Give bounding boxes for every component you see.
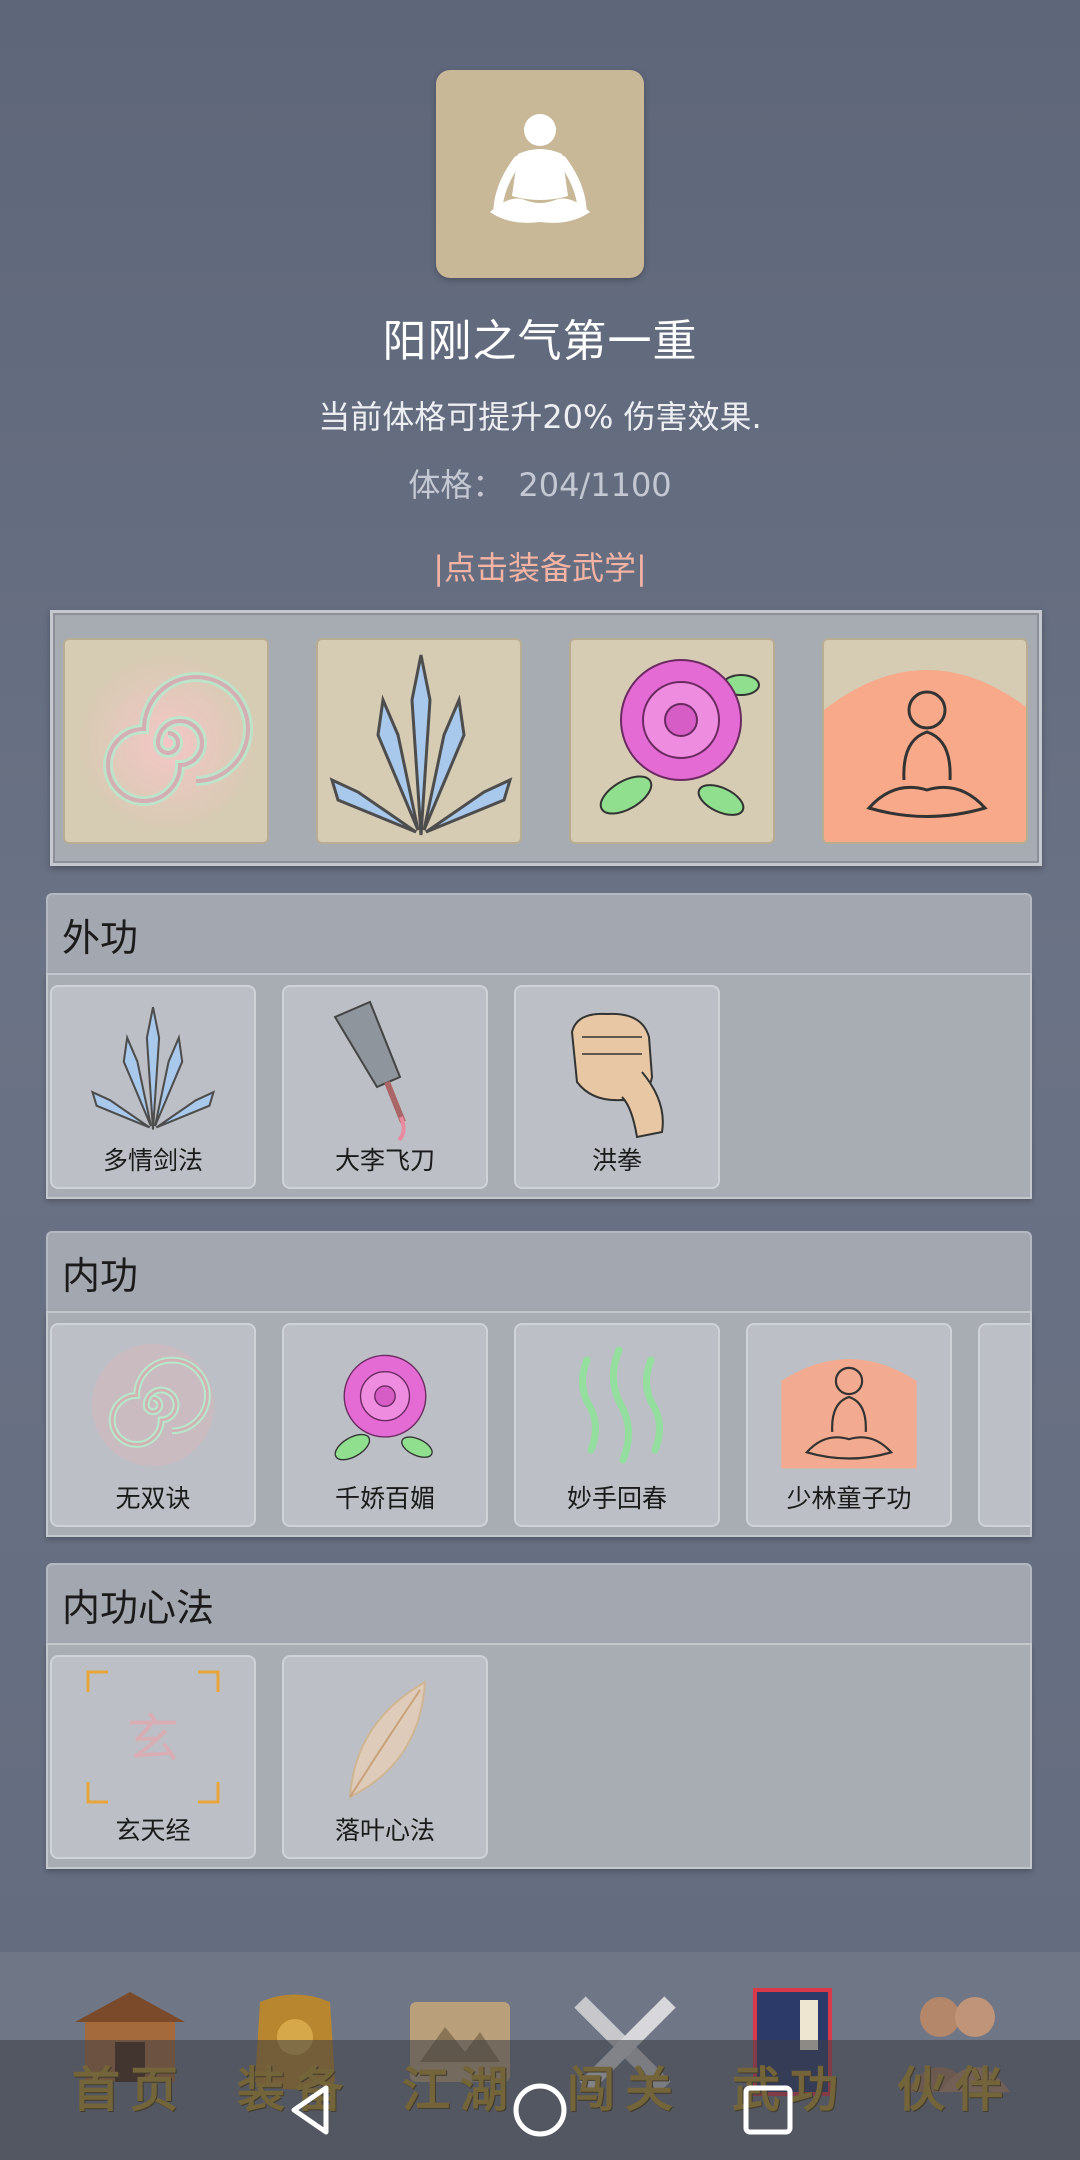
skill-label: 少林童子功: [786, 1484, 912, 1513]
skill-card-miaoshou[interactable]: 妙手回春: [514, 1323, 720, 1527]
stat-line: 体格： 204/1100: [0, 460, 1080, 506]
equip-skill-link[interactable]: |点击装备武学|: [0, 543, 1080, 589]
skill-label: 多情剑法: [102, 1146, 203, 1175]
technique-title: 阳刚之气第一重: [382, 316, 698, 367]
skill-label: 千娇百媚: [334, 1484, 435, 1513]
section-title-outer: 外功: [46, 893, 1032, 973]
skill-card-shaolin[interactable]: 少林童子功: [746, 1323, 952, 1527]
skill-label: 玄天经: [115, 1816, 191, 1845]
skill-card-overflow[interactable]: [978, 1323, 1030, 1527]
rose-icon: [334, 1354, 433, 1461]
skill-label: 妙手回春: [566, 1484, 667, 1513]
cleaver-icon: [333, 1000, 406, 1142]
inner-skills-section: 内功 无双诀 千娇百媚 妙手回春 少林童子功: [46, 1231, 1032, 1537]
section-title-inner: 内功: [46, 1231, 1032, 1311]
skill-card-duoqing[interactable]: 多情剑法: [50, 985, 256, 1189]
equipped-slot-2[interactable]: [316, 638, 522, 844]
equipped-slot-1[interactable]: [63, 638, 269, 844]
leaf-icon: [348, 1680, 427, 1799]
swirl-icon: [78, 653, 258, 833]
skill-label: 无双诀: [115, 1484, 191, 1513]
mind-method-list: 玄 玄天经 落叶心法: [46, 1643, 1032, 1869]
blade-fan-icon: [90, 1006, 216, 1130]
home-icon[interactable]: [510, 2080, 570, 2140]
rose-icon: [599, 659, 760, 816]
skill-card-hongquan[interactable]: 洪拳: [514, 985, 720, 1189]
technique-portrait: [436, 70, 644, 278]
outer-skills-list: 多情剑法 大李飞刀 洪拳: [46, 973, 1032, 1199]
meditating-monk-icon: [781, 1359, 917, 1469]
fist-icon: [570, 1012, 664, 1139]
back-icon[interactable]: [282, 2080, 342, 2140]
meditating-monk-icon: [824, 670, 1026, 842]
skill-card-xuantian[interactable]: 玄 玄天经: [50, 1655, 256, 1859]
technique-description: 当前体格可提升20% 伤害效果.: [318, 398, 762, 436]
equipped-slot-4[interactable]: [822, 638, 1028, 844]
stat-value: 204/1100: [518, 466, 672, 504]
skill-label: 落叶心法: [334, 1816, 435, 1845]
skill-card-luoye[interactable]: 落叶心法: [282, 1655, 488, 1859]
svg-text:玄: 玄: [127, 1710, 179, 1770]
outer-skills-section: 外功 多情剑法 大李飞刀 洪拳: [46, 893, 1032, 1199]
xuan-seal-icon: 玄: [86, 1670, 220, 1804]
mind-method-section: 内功心法 玄 玄天经 落叶心法: [46, 1563, 1032, 1869]
inner-skills-list: 无双诀 千娇百媚 妙手回春 少林童子功: [46, 1311, 1032, 1537]
skill-card-wushuang[interactable]: 无双诀: [50, 1323, 256, 1527]
skill-card-qianjiao[interactable]: 千娇百媚: [282, 1323, 488, 1527]
section-title-mind: 内功心法: [46, 1563, 1032, 1643]
meditation-silhouette-icon: [490, 114, 590, 223]
blade-fan-icon: [329, 654, 513, 836]
swirl-icon: [91, 1343, 215, 1467]
skill-label: 洪拳: [591, 1146, 642, 1175]
recents-icon[interactable]: [738, 2080, 798, 2140]
green-waves-icon: [579, 1346, 663, 1464]
equipped-slot-3[interactable]: [569, 638, 775, 844]
equipped-skills-bar: [50, 610, 1042, 866]
skill-label: 大李飞刀: [334, 1146, 435, 1175]
stat-label: 体格：: [408, 466, 505, 504]
skill-card-feidao[interactable]: 大李飞刀: [282, 985, 488, 1189]
